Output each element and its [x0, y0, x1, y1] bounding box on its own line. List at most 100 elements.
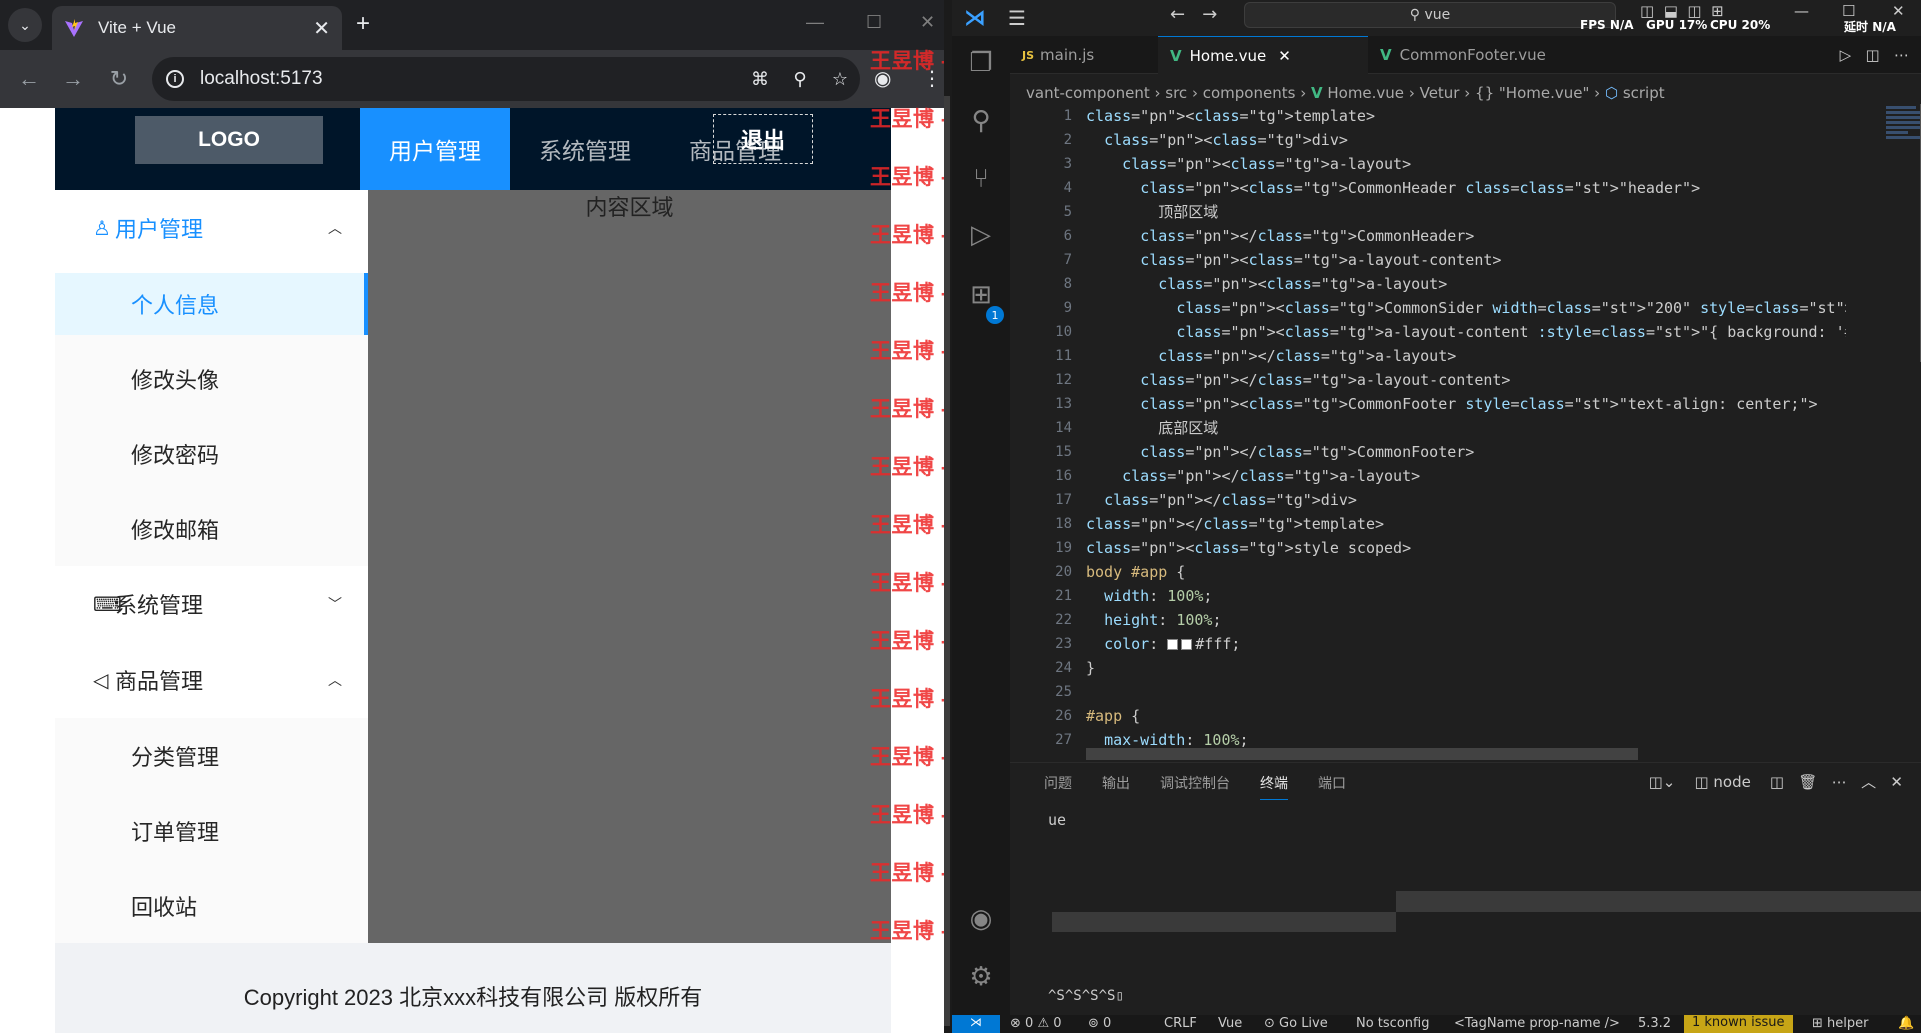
submenu-user[interactable]: ♙ 用户管理 ︿ — [55, 190, 368, 266]
code-line[interactable]: class="pn"><class="tg">style scoped> — [1086, 536, 1846, 560]
code-line[interactable]: body #app { — [1086, 560, 1846, 584]
minimize-icon[interactable]: — — [1794, 2, 1809, 20]
code-line[interactable]: class="pn"></class="tg">CommonFooter> — [1086, 440, 1846, 464]
minimap[interactable] — [1886, 104, 1921, 204]
submenu-system[interactable]: ⌨ 系统管理 ﹀ — [55, 566, 368, 642]
menu-item-category[interactable]: 分类管理 — [55, 718, 368, 793]
code-editor[interactable]: 1 2 3 4 5 6 7 8 9 10 11 12 13 14 15 16 17 18 19 20 21 22 23 24 2… — [1010, 104, 1921, 764]
account-icon[interactable]: ◉ — [966, 904, 996, 934]
code-line[interactable]: class="pn"></class="tg">a-layout> — [1086, 344, 1846, 368]
code-line[interactable]: class="pn"><class="tg">a-layout-content> — [1086, 248, 1846, 272]
back-icon[interactable]: ← — [14, 64, 44, 94]
command-center[interactable]: ⚲ vue — [1244, 2, 1616, 28]
code-line[interactable]: class="pn"><class="tg">div> — [1086, 128, 1846, 152]
language-status[interactable]: Vue — [1218, 1016, 1242, 1031]
source-control-icon[interactable]: ⑂ — [966, 164, 996, 194]
history-nav[interactable]: ← → — [1170, 4, 1217, 25]
remote-icon[interactable]: ⋊ — [952, 1015, 1000, 1033]
tab-close-icon[interactable]: ✕ — [313, 16, 330, 41]
tab-close-icon[interactable]: ✕ — [1278, 47, 1291, 65]
forward-icon[interactable]: → — [58, 64, 88, 94]
reload-icon[interactable]: ↻ — [104, 64, 134, 94]
minimize-icon[interactable]: — — [806, 12, 824, 33]
menu-item-orders[interactable]: 订单管理 — [55, 793, 368, 868]
code-line[interactable]: class="pn"></class="tg">template> — [1086, 512, 1846, 536]
top-menu-user[interactable]: 用户管理 — [360, 108, 510, 190]
panel-tab-ports[interactable]: 端口 — [1318, 773, 1346, 800]
tab-home-vue[interactable]: V Home.vue ✕ — [1158, 36, 1368, 74]
menu-item-recycle[interactable]: 回收站 — [55, 868, 368, 943]
tab-search-button[interactable]: ⌄ — [8, 8, 42, 42]
code-line[interactable]: class="pn"></class="tg">a-layout> — [1086, 464, 1846, 488]
code-line[interactable]: class="pn"><class="tg">CommonHeader clas… — [1086, 176, 1846, 200]
menu-item-avatar[interactable]: 修改头像 — [55, 341, 368, 416]
url-text[interactable]: localhost:5173 — [200, 68, 740, 90]
code-line[interactable]: class="pn"><class="tg">a-layout-content … — [1086, 320, 1846, 344]
panel-tab-output[interactable]: 输出 — [1102, 773, 1130, 800]
code-line[interactable]: class="pn"></class="tg">CommonHeader> — [1086, 224, 1846, 248]
menu-item-password[interactable]: 修改密码 — [55, 416, 368, 491]
helper-status[interactable]: ⊞ helper — [1812, 1016, 1868, 1031]
editor-actions[interactable]: ▷ ◫ ⋯ — [1840, 46, 1909, 64]
menu-icon[interactable]: ☰ — [1008, 6, 1026, 30]
breadcrumb[interactable]: vant-component › src › components › V Ho… — [1026, 84, 1665, 102]
code-line[interactable]: 底部区域 — [1086, 416, 1846, 440]
code-line[interactable]: class="pn"><class="tg">a-layout> — [1086, 152, 1846, 176]
explorer-icon[interactable]: ❐ — [966, 48, 996, 78]
golive-status[interactable]: ⊙ Go Live — [1264, 1016, 1328, 1031]
search-icon[interactable]: ⚲ — [966, 106, 996, 136]
problems-status[interactable]: ⊗ 0 ⚠ 0 — [1010, 1016, 1062, 1031]
logout-button[interactable]: 退出 — [713, 114, 813, 164]
new-tab-button[interactable]: + — [356, 12, 370, 36]
version-status[interactable]: 5.3.2 — [1638, 1016, 1671, 1031]
trash-icon[interactable]: 🗑 — [1798, 773, 1817, 791]
tsconfig-status[interactable]: No tsconfig — [1356, 1016, 1429, 1031]
menu-item-email[interactable]: 修改邮箱 — [55, 491, 368, 566]
editor-horizontal-scrollbar[interactable] — [1086, 748, 1638, 760]
tagname-status[interactable]: <TagName prop-name /> — [1454, 1016, 1620, 1031]
code-line[interactable]: height: 100%; — [1086, 608, 1846, 632]
terminal-input[interactable]: ^S^S^S^S▯ — [1048, 988, 1124, 1004]
tab-main-js[interactable]: JS main.js — [1010, 36, 1158, 74]
run-debug-icon[interactable]: ▷ — [966, 220, 996, 250]
code-line[interactable]: class="pn"><class="tg">a-layout> — [1086, 272, 1846, 296]
window-close-icon[interactable]: ✕ — [920, 12, 935, 33]
notifications-icon[interactable]: 🔔 — [1898, 1016, 1914, 1031]
top-menu-system[interactable]: 系统管理 — [510, 108, 660, 190]
panel-tab-debug-console[interactable]: 调试控制台 — [1160, 773, 1230, 800]
code-line[interactable]: width: 100%; — [1086, 584, 1846, 608]
ports-status[interactable]: ⊚ 0 — [1088, 1016, 1111, 1031]
bookmark-star-icon[interactable]: ☆ — [820, 69, 860, 90]
code-line[interactable] — [1086, 680, 1846, 704]
code-line[interactable]: class="pn"><class="tg">template> — [1086, 104, 1846, 128]
menu-item-profile[interactable]: 个人信息 — [55, 273, 368, 335]
site-info-icon[interactable]: i — [166, 70, 184, 88]
code-line[interactable]: class="pn"><class="tg">CommonSider width… — [1086, 296, 1846, 320]
submenu-goods[interactable]: ◁ 商品管理 ︿ — [55, 642, 368, 718]
terminal-name[interactable]: node — [1713, 773, 1750, 791]
new-terminal-icon[interactable]: ◫⌄ — [1649, 773, 1676, 791]
maximize-panel-icon[interactable]: ︿ — [1861, 773, 1876, 791]
address-bar[interactable]: i localhost:5173 ⌘ ⚲ ☆ — [152, 57, 860, 101]
code-line[interactable]: class="pn"><class="tg">CommonFooter styl… — [1086, 392, 1846, 416]
tab-commonfooter-vue[interactable]: V CommonFooter.vue — [1368, 36, 1568, 74]
split-terminal-icon[interactable]: ◫ — [1770, 773, 1784, 791]
eol-status[interactable]: CRLF — [1164, 1016, 1197, 1031]
panel-tab-problems[interactable]: 问题 — [1044, 773, 1072, 800]
more-icon[interactable]: ⋯ — [1832, 773, 1847, 791]
code-line[interactable]: color: #fff; — [1086, 632, 1846, 656]
settings-gear-icon[interactable]: ⚙ — [966, 962, 996, 992]
code-lines[interactable]: class="pn"><class="tg">template> class="… — [1086, 104, 1846, 752]
code-line[interactable]: 顶部区域 — [1086, 200, 1846, 224]
divider-scrollbar[interactable] — [944, 96, 950, 1026]
code-line[interactable]: class="pn"></class="tg">div> — [1086, 488, 1846, 512]
close-panel-icon[interactable]: ✕ — [1890, 773, 1903, 791]
code-line[interactable]: } — [1086, 656, 1846, 680]
known-issue-badge[interactable]: 1 known issue — [1684, 1015, 1793, 1033]
translate-icon[interactable]: ⌘ — [740, 69, 780, 90]
code-line[interactable]: #app { — [1086, 704, 1846, 728]
maximize-icon[interactable]: ☐ — [866, 12, 882, 33]
code-line[interactable]: class="pn"></class="tg">a-layout-content… — [1086, 368, 1846, 392]
browser-tab[interactable]: Vite + Vue ✕ — [52, 6, 342, 50]
zoom-icon[interactable]: ⚲ — [780, 69, 820, 90]
